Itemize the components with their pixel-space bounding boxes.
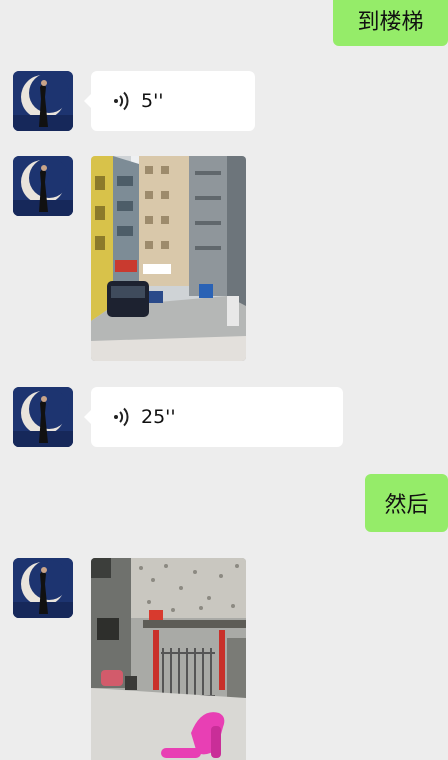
- contact-avatar[interactable]: [13, 387, 73, 447]
- contact-avatar[interactable]: [13, 156, 73, 216]
- image-message[interactable]: [91, 558, 246, 760]
- building-entrance-photo: [91, 558, 246, 760]
- contact-avatar[interactable]: [13, 71, 73, 131]
- outgoing-message-bubble[interactable]: 到楼梯: [333, 0, 448, 46]
- contact-avatar[interactable]: [13, 558, 73, 618]
- image-message[interactable]: [91, 156, 246, 361]
- voice-message-bubble[interactable]: 25'': [84, 387, 343, 447]
- street-alley-photo: [91, 156, 246, 361]
- voice-duration: 25'': [141, 406, 176, 428]
- voice-duration: 5'': [141, 90, 164, 112]
- voice-message-bubble[interactable]: 5'': [84, 71, 255, 131]
- chat-messages: 到楼梯 5'' 25'' 然后: [0, 0, 448, 760]
- voice-wave-icon: [111, 90, 133, 112]
- voice-wave-icon: [111, 406, 133, 428]
- outgoing-message-bubble[interactable]: 然后: [365, 474, 448, 532]
